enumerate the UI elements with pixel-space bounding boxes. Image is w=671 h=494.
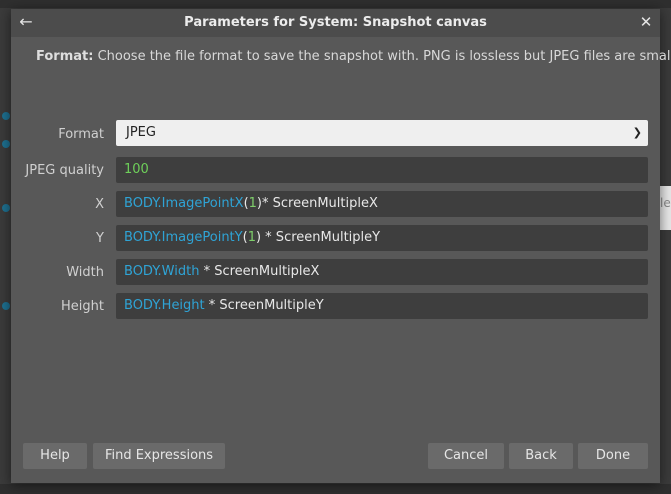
find-expressions-button[interactable]: Find Expressions bbox=[93, 443, 225, 469]
expr-object: BODY bbox=[124, 298, 158, 313]
background-event-dot bbox=[2, 140, 10, 148]
chevron-down-icon: ❯ bbox=[632, 126, 642, 139]
expr-object: BODY bbox=[124, 264, 158, 279]
dialog-title: Parameters for System: Snapshot canvas bbox=[184, 15, 487, 30]
expr-expression: .Width bbox=[157, 264, 200, 279]
height-expression-input[interactable]: BODY.Height * ScreenMultipleY bbox=[116, 293, 648, 319]
expr-operator: * ScreenMultipleY bbox=[261, 230, 381, 245]
description-label: Format: bbox=[36, 49, 94, 64]
parameters-dialog: ← Parameters for System: Snapshot canvas… bbox=[11, 9, 671, 483]
expr-number: 1 bbox=[247, 230, 256, 245]
background-panel-bottom bbox=[0, 484, 671, 494]
format-select-value: JPEG bbox=[126, 125, 156, 140]
expr-object: BODY bbox=[124, 196, 158, 211]
expr-operator: * ScreenMultipleX bbox=[262, 196, 378, 211]
background-ghost-text: le bbox=[660, 196, 671, 210]
background-panel-top bbox=[0, 0, 671, 8]
cancel-button[interactable]: Cancel bbox=[428, 443, 504, 469]
parameter-description: Format: Choose the file format to save t… bbox=[36, 49, 671, 64]
expr-operator: * ScreenMultipleY bbox=[204, 298, 324, 313]
y-label: Y bbox=[96, 231, 104, 246]
done-button[interactable]: Done bbox=[578, 443, 648, 469]
back-button[interactable]: Back bbox=[509, 443, 573, 469]
width-label: Width bbox=[66, 265, 104, 280]
y-expression-input[interactable]: BODY.ImagePointY(1) * ScreenMultipleY bbox=[116, 225, 648, 251]
x-expression-input[interactable]: BODY.ImagePointX(1)* ScreenMultipleX bbox=[116, 191, 648, 217]
expr-expression: .Height bbox=[157, 298, 205, 313]
background-event-dot bbox=[2, 302, 10, 310]
close-icon[interactable]: ✕ bbox=[636, 12, 656, 32]
format-label: Format bbox=[58, 127, 104, 142]
x-label: X bbox=[95, 197, 104, 212]
format-select[interactable]: JPEG ❯ bbox=[116, 120, 648, 146]
width-expression-input[interactable]: BODY.Width * ScreenMultipleX bbox=[116, 259, 648, 285]
jpeg-quality-label: JPEG quality bbox=[25, 163, 104, 178]
height-label: Height bbox=[61, 299, 104, 314]
expr-object: BODY bbox=[124, 230, 158, 245]
help-button[interactable]: Help bbox=[23, 443, 87, 469]
jpeg-quality-value: 100 bbox=[124, 162, 149, 177]
jpeg-quality-input[interactable]: 100 bbox=[116, 157, 648, 183]
expr-expression: .ImagePointY bbox=[157, 230, 243, 245]
description-text: Choose the file format to save the snaps… bbox=[93, 49, 671, 64]
expr-number: 1 bbox=[248, 196, 257, 211]
dialog-titlebar: ← Parameters for System: Snapshot canvas… bbox=[11, 9, 660, 37]
expr-operator: * ScreenMultipleX bbox=[199, 264, 320, 279]
expr-expression: .ImagePointX bbox=[157, 196, 244, 211]
background-event-dot bbox=[2, 204, 10, 212]
background-event-dot bbox=[2, 112, 10, 120]
